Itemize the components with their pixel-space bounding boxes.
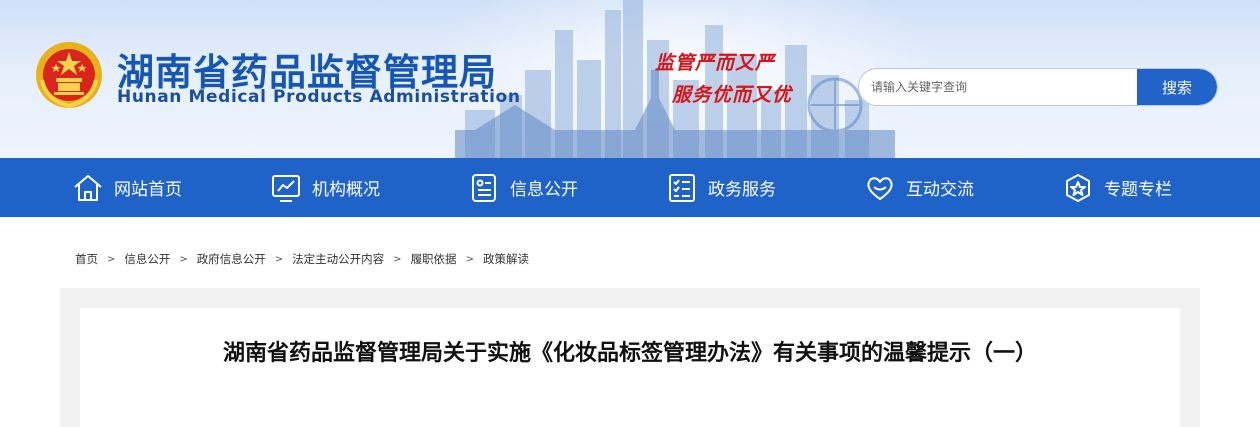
breadcrumb-link-gov-info[interactable]: 政府信息公开 xyxy=(197,251,266,267)
breadcrumb-link-duty-basis[interactable]: 履职依据 xyxy=(411,251,457,267)
star-badge-icon xyxy=(1062,172,1094,204)
breadcrumb-link-info-disclosure[interactable]: 信息公开 xyxy=(124,251,170,267)
search-button[interactable]: 搜索 xyxy=(1137,69,1217,105)
search-box: 搜索 xyxy=(858,68,1218,106)
nav-item-gov-services[interactable]: 政务服务 xyxy=(666,158,864,217)
article-card: 湖南省药品监督管理局关于实施《化妆品标签管理办法》有关事项的温馨提示（一） xyxy=(80,308,1180,427)
nav-item-label: 网站首页 xyxy=(114,180,182,200)
national-emblem-icon xyxy=(36,42,102,109)
header-banner: 湖南省药品监督管理局 Hunan Medical Products Admini… xyxy=(0,0,1260,158)
breadcrumb-link-policy-interpretation[interactable]: 政策解读 xyxy=(483,251,529,267)
breadcrumb-separator: > xyxy=(107,253,116,265)
nav-item-interaction[interactable]: 互动交流 xyxy=(864,158,1062,217)
breadcrumb-separator: > xyxy=(393,253,402,265)
chart-screen-icon xyxy=(270,172,302,204)
heart-hands-icon xyxy=(864,172,896,204)
checklist-icon xyxy=(666,172,698,204)
breadcrumb-link-home[interactable]: 首页 xyxy=(75,251,98,267)
nav-item-label: 政务服务 xyxy=(708,180,776,200)
nav-item-home[interactable]: 网站首页 xyxy=(72,158,270,217)
nav-item-info-disclosure[interactable]: 信息公开 xyxy=(468,158,666,217)
breadcrumb-separator: > xyxy=(274,253,284,265)
breadcrumb-separator: > xyxy=(179,253,188,265)
slogan-line-1: 监管严而又严 xyxy=(655,52,776,74)
nav-item-about[interactable]: 机构概况 xyxy=(270,158,468,217)
breadcrumb-link-statutory[interactable]: 法定主动公开内容 xyxy=(292,251,384,267)
main-nav: 网站首页 机构概况 信息公开 政务服务 互动交流 专题专栏 xyxy=(0,158,1260,217)
nav-item-label: 互动交流 xyxy=(906,180,974,200)
slogan-line-2: 服务优而又优 xyxy=(672,84,793,106)
document-list-icon xyxy=(468,172,500,204)
city-skyline-illustration xyxy=(455,0,895,158)
nav-item-label: 信息公开 xyxy=(510,180,578,200)
nav-item-label: 专题专栏 xyxy=(1104,180,1172,200)
nav-item-label: 机构概况 xyxy=(312,180,380,200)
article-title: 湖南省药品监督管理局关于实施《化妆品标签管理办法》有关事项的温馨提示（一） xyxy=(222,341,1037,366)
breadcrumb-separator: > xyxy=(465,253,474,265)
breadcrumb: 首页 > 信息公开 > 政府信息公开 > 法定主动公开内容 > 履职依据 > 政… xyxy=(75,251,529,267)
site-subtitle: Hunan Medical Products Administration xyxy=(117,87,521,107)
nav-item-special-topics[interactable]: 专题专栏 xyxy=(1062,158,1260,217)
search-input[interactable] xyxy=(859,69,1137,105)
home-icon xyxy=(72,172,104,204)
